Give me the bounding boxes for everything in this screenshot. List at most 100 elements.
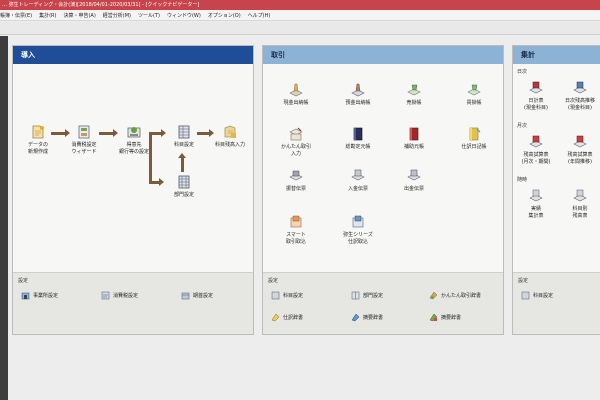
daily-balance-button[interactable]: 日次残高推移 (現金科目) [557,80,600,111]
transfer-slip-button[interactable]: 振替伝票 [271,168,321,193]
menu-item[interactable]: オプション(O) [208,12,241,19]
summary-dictionary-label: 摘要辞書 [363,315,384,321]
deposit-book-label: 預金出納帳 [345,100,371,106]
new-data-icon [30,124,46,140]
section-label-monthly: 月次 [517,123,528,129]
tax-settings-button[interactable]: 消費税設定 [101,291,138,300]
easy-dictionary-button[interactable]: かんたん取引辞書 [429,291,481,300]
series-import-label: 弥生シリーズ 仕訳取込 [343,232,373,245]
menu-bar: 帳簿・伝票(E) 集計(R) 決算・申告(A) 経営分析(M) ツール(T) ウ… [0,10,600,21]
payables-button[interactable]: 買掛帳 [449,82,499,107]
trial-balance-icon [528,134,544,150]
easy-entry-icon [288,126,304,142]
menu-item[interactable]: ヘルプ(H) [248,12,271,19]
receipt-slip-icon [350,168,366,184]
summary-dictionary-label-2: 摘要辞書 [441,315,462,321]
menu-item[interactable]: 帳簿・伝票(E) [0,12,32,19]
easy-entry-button[interactable]: かんたん取引 入力 [271,126,321,157]
intro-settings: 設定 事業所設定 消費税設定 期首設定 [13,272,253,334]
cash-book-button[interactable]: 現金出納帳 [271,82,321,107]
new-data-label: データの 新規作成 [27,142,48,155]
journal-dictionary-label: 仕訳辞書 [283,315,304,321]
smart-import-button[interactable]: スマート 取引取込 [271,214,321,245]
smart-import-label: スマート 取引取込 [285,232,306,245]
department-settings-button[interactable]: 部門設定 [351,291,383,300]
account-setup-icon [176,124,192,140]
flow-arrow [197,132,209,135]
journal-dictionary-button[interactable]: 仕訳辞書 [271,313,303,322]
menu-item[interactable]: 集計(R) [39,12,56,19]
trial-balance-button[interactable]: 残高試算表 (月次・期間) [513,134,559,165]
easy-entry-label: かんたん取引 入力 [280,144,311,157]
settings-label: 設定 [518,278,529,284]
account-balance-icon [572,188,588,204]
summary-dictionary-button[interactable]: 摘要辞書 [351,313,383,322]
balance-input-label: 科目残高入力 [214,142,245,148]
department-setup-icon [176,174,192,190]
account-balance-button[interactable]: 科目別 残高表 [557,188,600,219]
toolbar [0,22,600,35]
summary-dictionary-button-2[interactable]: 摘要辞書 [429,313,461,322]
account-setup-button[interactable]: 科目設定 [159,124,209,149]
menu-item[interactable]: 決算・申告(A) [63,12,95,19]
easy-dictionary-icon [429,291,438,300]
account-settings-icon-2 [521,291,530,300]
smart-import-icon [288,214,304,230]
summary-dictionary-icon [351,313,360,322]
general-ledger-label: 総勘定元帳 [345,144,371,150]
flow-arrow [149,181,159,184]
flow-arrowhead [161,129,166,137]
cash-book-label: 現金出納帳 [283,100,309,106]
receipt-slip-button[interactable]: 入金伝票 [333,168,383,193]
account-settings-button[interactable]: 科目設定 [271,291,303,300]
trade-settings: 設定 科目設定 部門設定 かんたん取引辞書 仕訳辞書 摘要辞書 摘要辞書 [263,272,503,334]
department-setup-button[interactable]: 部門設定 [159,174,209,199]
payables-icon [466,82,482,98]
trade-panel: 取引 現金出納帳 預金出納帳 売掛帳 買掛帳 かんたん取引 入力 総勘定元帳 補… [262,45,504,335]
daily-balance-label: 日次残高推移 (現金科目) [564,98,595,111]
menu-item[interactable]: ツール(T) [138,12,160,19]
annual-trend-button[interactable]: 残高試算表 (年間推移) [557,134,600,165]
deposit-book-button[interactable]: 預金出納帳 [333,82,383,107]
settings-label: 設定 [18,278,29,284]
trade-panel-title: 取引 [263,46,503,64]
payment-slip-button[interactable]: 出金伝票 [389,168,439,193]
office-settings-label: 事業所設定 [33,293,59,299]
flow-arrowhead [178,153,186,158]
annual-trend-label: 残高試算表 (年間推移) [567,152,593,165]
menu-item[interactable]: 経営分析(M) [103,12,131,19]
journal-button[interactable]: 仕訳日記帳 [449,126,499,151]
flow-arrow [99,132,113,135]
annual-trend-icon [572,134,588,150]
menu-item[interactable]: ウィンドウ(W) [167,12,201,19]
trial-balance-label: 残高試算表 (月次・期間) [521,152,551,165]
new-data-button[interactable]: データの 新規作成 [13,124,63,155]
easy-dictionary-label: かんたん取引辞書 [441,293,482,299]
receivables-button[interactable]: 売掛帳 [389,82,439,107]
client-setup-icon [126,124,142,140]
flow-arrow [51,132,65,135]
general-ledger-button[interactable]: 総勘定元帳 [333,126,383,151]
journal-label: 仕訳日記帳 [461,144,487,150]
account-settings-label-2: 科目設定 [533,293,554,299]
summary-table-label: 実績 集計表 [528,206,544,219]
section-label-daily: 日次 [517,69,528,75]
tax-settings-icon [101,291,110,300]
general-ledger-icon [350,126,366,142]
series-import-button[interactable]: 弥生シリーズ 仕訳取込 [333,214,383,245]
deposit-book-icon [350,82,366,98]
journal-dictionary-icon [271,313,280,322]
period-settings-icon [181,291,190,300]
account-settings-button-2[interactable]: 科目設定 [521,291,553,300]
period-settings-label: 期首設定 [193,293,214,299]
account-balance-label: 科目別 残高表 [572,206,588,219]
department-setup-label: 部門設定 [173,192,194,198]
cash-book-icon [288,82,304,98]
sub-ledger-icon [406,126,422,142]
period-settings-button[interactable]: 期首設定 [181,291,213,300]
daily-table-button[interactable]: 日計表 (現金科目) [513,80,559,111]
sub-ledger-button[interactable]: 補助元帳 [389,126,439,151]
office-settings-button[interactable]: 事業所設定 [21,291,58,300]
receipt-slip-label: 入金伝票 [347,186,368,192]
summary-table-button[interactable]: 実績 集計表 [513,188,559,219]
